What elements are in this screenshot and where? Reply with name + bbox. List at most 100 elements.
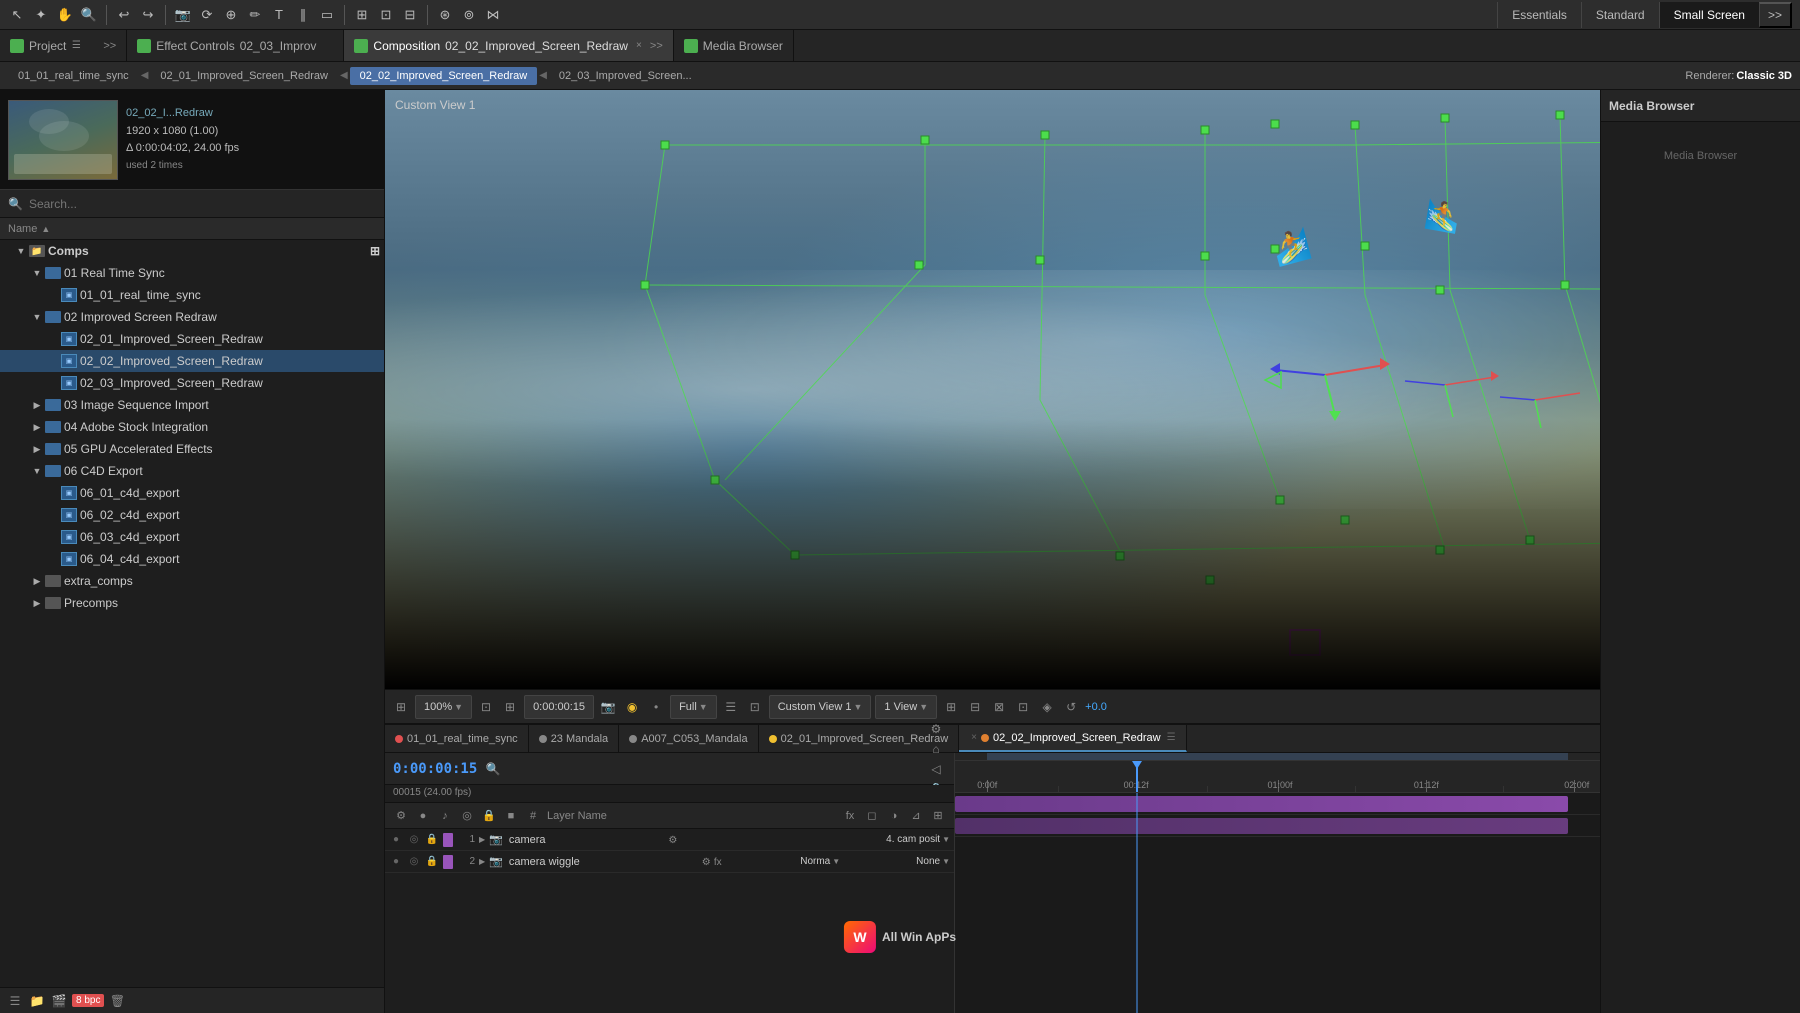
new-comp-icon[interactable]: 🎬 [50,992,68,1010]
vp-expand-icon[interactable]: ⊡ [476,697,496,717]
vp-dot-icon[interactable]: • [646,697,666,717]
comp-06-03[interactable]: ▣ 06_03_c4d_export [0,526,384,548]
project-close-btn[interactable] [86,40,98,52]
anchor-icon[interactable]: ⊕ [222,6,240,24]
timeline-tab-5[interactable]: × 02_02_Improved_Screen_Redraw ☰ [959,725,1186,752]
motion-icon[interactable]: ⊚ [460,6,478,24]
tc-search-icon[interactable]: 🔍 [483,759,503,779]
zoom-dropdown[interactable]: 100% ▼ [415,695,472,719]
nav-comp-2[interactable]: 02_01_Improved_Screen_Redraw [150,67,338,85]
layer-2-fx2[interactable]: fx [714,857,722,868]
view-count-dropdown[interactable]: 1 View ▼ [875,695,937,719]
vp-3d-icon[interactable]: ◈ [1037,697,1057,717]
camera-tool-icon[interactable]: 📷 [174,6,192,24]
tc-home-icon[interactable]: ⌂ [926,739,946,759]
comps-add-btn[interactable]: ⊞ [370,244,380,258]
comp-02-01[interactable]: ▣ 02_01_Improved_Screen_Redraw [0,328,384,350]
th-label[interactable]: ■ [503,808,519,824]
layer-2-tri[interactable]: ▶ [479,857,485,866]
layer-1-audio[interactable]: ◎ [407,833,421,847]
vp-layout3-icon[interactable]: ⊠ [989,697,1009,717]
shape-icon[interactable]: ▭ [318,6,336,24]
playhead[interactable] [1136,761,1138,792]
nav-comp-1[interactable]: 01_01_real_time_sync [8,67,139,85]
layer-2-fx[interactable]: ⚙ [702,857,711,868]
comp-expand-btn[interactable]: >> [650,40,663,52]
comp-06-04[interactable]: ▣ 06_04_c4d_export [0,548,384,570]
trash-icon[interactable]: 🗑 [108,992,126,1010]
arrow-icon[interactable]: ↖ [8,6,26,24]
vp-toggle-icon[interactable]: ☰ [721,697,741,717]
layer-1-tri[interactable]: ▶ [479,835,485,844]
comp-close-btn[interactable]: × [633,40,645,52]
layer-1-parent[interactable]: 4. cam posit ▼ [886,834,950,845]
ec-close-btn[interactable] [321,40,333,52]
comp-02-03[interactable]: ▣ 02_03_Improved_Screen_Redraw [0,372,384,394]
pin2-icon[interactable]: ⊟ [401,6,419,24]
timeline-tab-3[interactable]: A007_C053_Mandala [619,725,758,752]
layer-1-fx[interactable]: ⚙ [668,835,677,846]
layer-2-parent[interactable]: None ▼ [916,856,950,867]
nav-comp-4[interactable]: 02_03_Improved_Screen... [549,67,702,85]
custom-view-dropdown[interactable]: Custom View 1 ▼ [769,695,872,719]
th-options[interactable]: ⚙ [393,808,409,824]
text-icon[interactable]: T [270,6,288,24]
project-panel-tab[interactable]: Project ☰ >> [0,30,127,61]
th-blend[interactable]: ◑ [886,808,902,824]
th-vis[interactable]: ● [415,808,431,824]
tc-prev-icon[interactable]: ◁ [926,759,946,779]
tracker-icon[interactable]: ⋈ [484,6,502,24]
layer-2-audio[interactable]: ◎ [407,855,421,869]
effect-controls-panel-tab[interactable]: Effect Controls 02_03_Improv [127,30,344,61]
vp-layout2-icon[interactable]: ⊟ [965,697,985,717]
select-icon[interactable]: ✦ [32,6,50,24]
comp-01-01[interactable]: ▣ 01_01_real_time_sync [0,284,384,306]
brush-icon[interactable]: ∥ [294,6,312,24]
layer-1-vis[interactable]: ● [389,833,403,847]
layer-2-vis[interactable]: ● [389,855,403,869]
th-solo[interactable]: ◎ [459,808,475,824]
folder-precomps[interactable]: Precomps [0,592,384,614]
vp-sync-icon[interactable]: ↺ [1061,697,1081,717]
th-audio[interactable]: ♪ [437,808,453,824]
search-input[interactable] [29,197,376,211]
folder-06[interactable]: 06 C4D Export [0,460,384,482]
small-screen-tab[interactable]: Small Screen [1659,2,1759,28]
folder-02[interactable]: 02 Improved Screen Redraw [0,306,384,328]
tab-5-close[interactable]: × [971,732,977,743]
rotate-icon[interactable]: ⟳ [198,6,216,24]
quality-dropdown[interactable]: Full ▼ [670,695,717,719]
tc-timecode[interactable]: 0:00:00:15 [393,761,477,777]
timeline-tab-1[interactable]: 01_01_real_time_sync [385,725,529,752]
timecode-display[interactable]: 0:00:00:15 [524,695,594,719]
comp-02-02[interactable]: ▣ 02_02_Improved_Screen_Redraw [0,350,384,372]
tc-settings-icon[interactable]: ⚙ [926,719,946,739]
nav-comp-3[interactable]: 02_02_Improved_Screen_Redraw [350,67,538,85]
more-workspaces-btn[interactable]: >> [1759,2,1792,28]
pen-icon[interactable]: ✏ [246,6,264,24]
layer-2-mode-dd[interactable]: Norma ▼ [800,856,840,867]
expand-btn[interactable]: >> [103,40,116,52]
vp-full-icon[interactable]: ⊡ [745,697,765,717]
folder-03[interactable]: 03 Image Sequence Import [0,394,384,416]
vp-camera-icon[interactable]: 📷 [598,697,618,717]
standard-tab[interactable]: Standard [1581,2,1659,28]
layer-1-lock[interactable]: 🔒 [425,833,439,847]
vp-layout-icon[interactable]: ⊞ [941,697,961,717]
vp-safe-icon[interactable]: ⊡ [1013,697,1033,717]
snap-icon[interactable]: ⊛ [436,6,454,24]
timeline-tab-2[interactable]: 23 Mandala [529,725,620,752]
composition-panel-tab[interactable]: Composition 02_02_Improved_Screen_Redraw… [344,30,673,61]
th-motion[interactable]: ◻ [864,808,880,824]
layer-2-lock[interactable]: 🔒 [425,855,439,869]
layer-row-2[interactable]: ● ◎ 🔒 2 ▶ 📷 camera wiggle ⚙ fx [385,851,954,873]
puppet-icon[interactable]: ⊞ [353,6,371,24]
essentials-tab[interactable]: Essentials [1497,2,1581,28]
hand-icon[interactable]: ✋ [56,6,74,24]
redo-icon[interactable]: ↪ [139,6,157,24]
comps-root-folder[interactable]: 📁 Comps ⊞ [0,240,384,262]
new-folder-icon[interactable]: 📁 [28,992,46,1010]
zoom-icon[interactable]: 🔍 [80,6,98,24]
th-lock[interactable]: 🔒 [481,808,497,824]
tab-5-menu[interactable]: ☰ [1167,732,1176,743]
